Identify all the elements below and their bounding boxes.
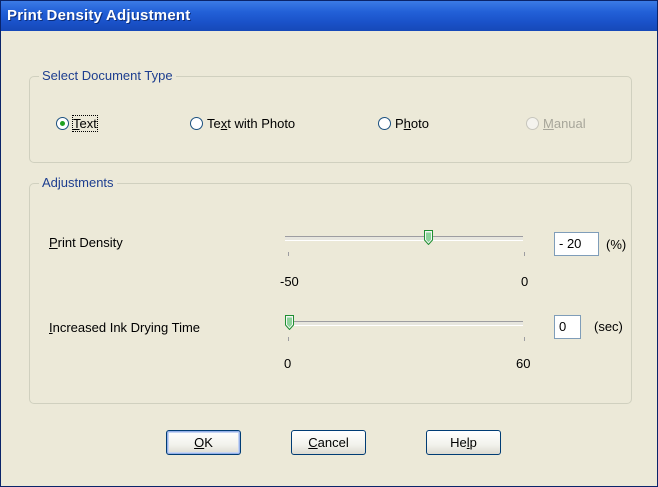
print-density-tick-max (524, 252, 525, 256)
radio-photo[interactable]: Photo (378, 113, 429, 133)
radio-text-label: Text (72, 114, 98, 132)
ok-button[interactable]: OK (166, 430, 241, 455)
document-type-legend: Select Document Type (39, 68, 176, 83)
adjustments-group: Adjustments (29, 175, 632, 404)
radio-button-icon (56, 116, 69, 130)
drying-time-slider-thumb[interactable] (285, 315, 294, 330)
print-density-label: Print Density (49, 235, 123, 250)
dialog-window: Print Density Adjustment Select Document… (0, 0, 658, 487)
radio-selected-dot-icon (60, 120, 65, 126)
radio-button-icon (190, 116, 203, 130)
drying-time-slider-track[interactable] (285, 321, 523, 326)
print-density-unit: (%) (606, 237, 627, 252)
print-density-value-field[interactable]: - 20 (554, 232, 599, 256)
radio-text-with-photo[interactable]: Text with Photo (190, 113, 295, 133)
print-density-min-label: -50 (280, 274, 299, 289)
radio-text-with-photo-label: Text with Photo (207, 115, 296, 131)
drying-time-label: Increased Ink Drying Time (49, 320, 201, 335)
drying-time-tick-min (288, 337, 289, 341)
help-button[interactable]: Help (426, 430, 501, 455)
print-density-slider-thumb[interactable] (424, 230, 433, 245)
radio-photo-label: Photo (395, 115, 429, 131)
print-density-slider-track[interactable] (285, 236, 523, 241)
drying-time-value-field[interactable]: 0 (554, 315, 581, 339)
print-density-tick-min (288, 252, 289, 256)
radio-text[interactable]: Text (56, 113, 98, 133)
cancel-button[interactable]: Cancel (291, 430, 366, 455)
drying-time-tick-max (524, 337, 525, 341)
print-density-max-label: 0 (521, 274, 529, 289)
dialog-title: Print Density Adjustment (7, 7, 191, 24)
radio-button-icon (526, 116, 539, 130)
radio-manual: Manual (526, 113, 586, 133)
drying-time-max-label: 60 (516, 356, 531, 371)
drying-time-min-label: 0 (284, 356, 292, 371)
drying-time-unit: (sec) (594, 319, 623, 334)
adjustments-legend: Adjustments (39, 175, 117, 190)
title-bar[interactable]: Print Density Adjustment (1, 1, 657, 31)
radio-manual-label: Manual (543, 115, 586, 131)
radio-button-icon (378, 116, 391, 130)
